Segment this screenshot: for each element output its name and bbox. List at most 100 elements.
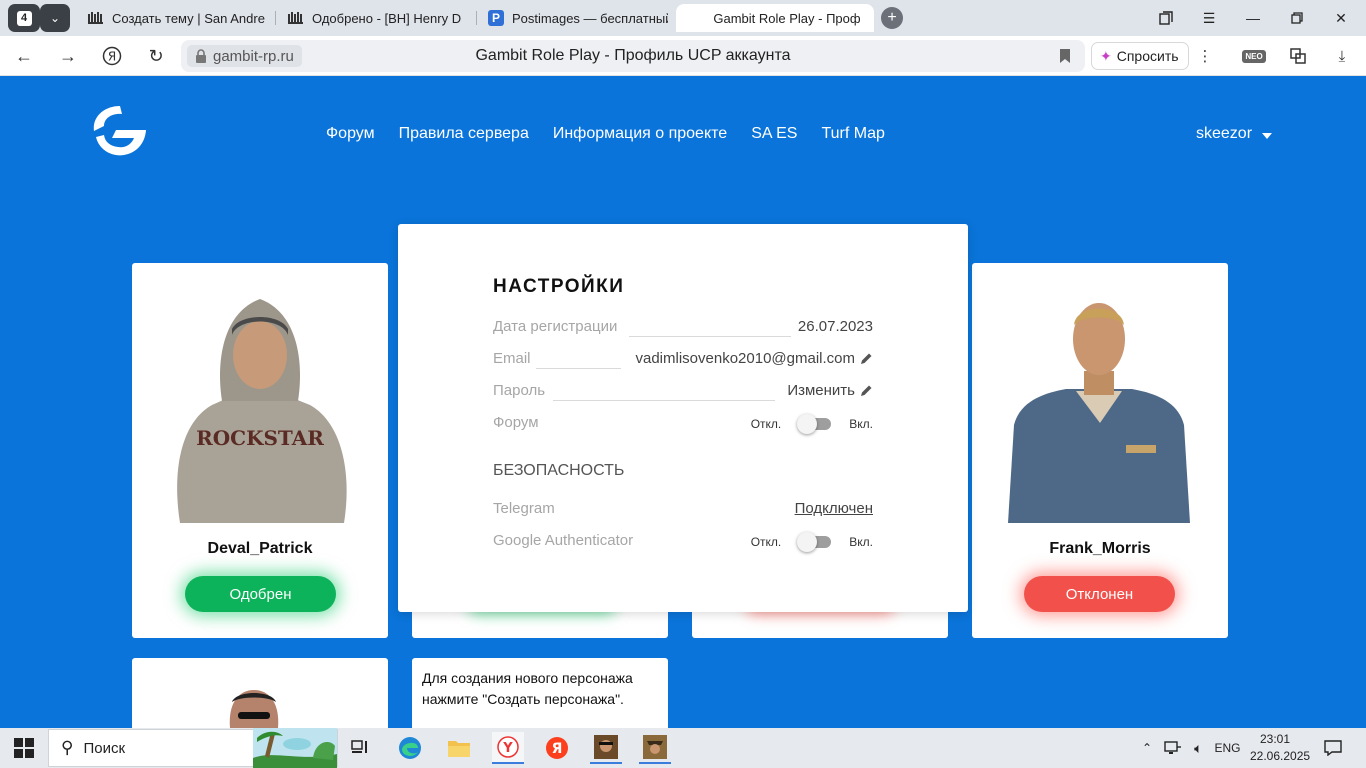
forum-toggle[interactable] (797, 414, 832, 434)
registration-row: Дата регистрации 26.07.2023 (493, 318, 873, 340)
main-nav: Форум Правила сервера Информация о проек… (326, 125, 885, 143)
email-row: Email vadimlisovenko2010@gmail.com (493, 350, 873, 372)
system-tray: ⌃ 🔈︎ ENG (1142, 728, 1240, 768)
character-avatar: ROCKSTAR (177, 299, 347, 523)
toggle-on-label: Вкл. (849, 417, 873, 431)
tab-separator (275, 11, 276, 25)
password-change-text: Изменить (787, 382, 855, 399)
forum-icon (88, 10, 104, 26)
toggle-off-label: Откл. (750, 417, 782, 431)
page-title: Gambit Role Play - Профиль UCP аккаунта (475, 47, 791, 64)
telegram-label: Telegram (493, 500, 555, 517)
gambit-logo-icon[interactable] (90, 104, 148, 158)
svg-text:Я: Я (108, 50, 116, 64)
yandex-icon[interactable]: Я (541, 732, 573, 764)
yandex-icon[interactable]: Я (101, 45, 123, 67)
username: skeezor (1196, 125, 1253, 142)
bookmark-icon[interactable] (1059, 48, 1071, 64)
ask-button[interactable]: ✦ Спросить (1091, 42, 1189, 70)
back-icon[interactable]: ← (13, 45, 35, 67)
telegram-row: Telegram Подключен (493, 500, 873, 522)
browser-tab-3[interactable]: P Postimages — бесплатный (478, 4, 668, 32)
ask-label: Спросить (1116, 48, 1179, 64)
restore-icon[interactable] (1287, 8, 1307, 28)
status-approved-button[interactable]: Одобрен (185, 576, 336, 612)
nav-forum[interactable]: Форум (326, 125, 375, 143)
settings-title: НАСТРОЙКИ (493, 276, 625, 297)
forward-icon[interactable]: → (57, 45, 79, 67)
character-card[interactable]: ROCKSTAR Deval_Patrick Одобрен (132, 263, 388, 638)
browser-tab-strip: 4 ⌄ Создать тему | San Andre Одобрено - … (0, 0, 1366, 36)
row-divider (536, 368, 621, 369)
minimize-icon[interactable]: — (1243, 8, 1263, 28)
pencil-icon[interactable] (859, 352, 873, 366)
nav-project-info[interactable]: Информация о проекте (553, 125, 727, 143)
email-label: Email (493, 350, 531, 367)
character-name: Frank_Morris (1049, 540, 1151, 557)
character-avatar (1008, 303, 1190, 523)
close-icon[interactable]: ✕ (1331, 8, 1351, 28)
yandex-browser-icon[interactable]: Y (492, 732, 524, 764)
google-auth-toggle-wrap: Откл. Вкл. (751, 532, 873, 552)
address-bar: ← → Я ↻ gambit-rp.ru Gambit Role Play - … (0, 36, 1366, 76)
user-menu[interactable]: skeezor (1196, 125, 1273, 143)
task-view-icon[interactable] (344, 732, 376, 764)
more-vertical-icon[interactable]: ⋮ (1194, 45, 1216, 67)
google-auth-label: Google Authenticator (493, 532, 634, 549)
telegram-status-link[interactable]: Подключен (795, 500, 873, 517)
menu-icon[interactable]: ☰ (1199, 8, 1219, 28)
network-icon[interactable] (1164, 741, 1182, 755)
volume-icon[interactable]: 🔈︎ (1194, 740, 1202, 757)
pencil-icon[interactable] (859, 384, 873, 398)
ask-icon: ✦ (1100, 47, 1112, 64)
game-launcher-icon[interactable] (590, 732, 622, 764)
tab-count: 4 (16, 10, 32, 26)
nav-sa-es[interactable]: SA ES (751, 125, 797, 143)
password-change-link[interactable]: Изменить (787, 382, 873, 399)
search-label: Поиск (83, 739, 126, 757)
svg-text:Я: Я (552, 741, 563, 757)
character-card[interactable] (132, 658, 388, 738)
email-value-wrap: vadimlisovenko2010@gmail.com (636, 350, 874, 367)
collections-icon[interactable] (1156, 8, 1176, 28)
tab-label: Создать тему | San Andre (112, 10, 265, 26)
caret-down-icon (1262, 133, 1273, 139)
toggle-on-label: Вкл. (849, 535, 873, 549)
new-tab-plus-icon[interactable]: + (881, 7, 903, 29)
clock[interactable]: 23:01 22.06.2025 (1250, 731, 1311, 765)
taskbar-search[interactable]: ⚲ Поиск (48, 728, 338, 768)
registration-date: 26.07.2023 (797, 318, 873, 335)
clock-date: 22.06.2025 (1250, 749, 1311, 763)
windows-start-icon[interactable] (14, 738, 34, 758)
language-indicator[interactable]: ENG (1214, 741, 1240, 755)
status-rejected-button[interactable]: Отклонен (1024, 576, 1175, 612)
create-hint-card: Для создания нового персонажа нажмите "С… (412, 658, 668, 738)
tab-label: Postimages — бесплатный (512, 10, 668, 26)
extensions-icon[interactable] (1287, 45, 1309, 67)
browser-tab-active[interactable]: Gambit Role Play - Проф (676, 4, 874, 32)
game-window-icon[interactable] (639, 732, 671, 764)
file-explorer-icon[interactable] (443, 732, 475, 764)
tab-separator (476, 11, 477, 25)
tray-expand-icon[interactable]: ⌃ (1142, 741, 1152, 755)
browser-tab-2[interactable]: Одобрено - [BH] Henry D (278, 4, 470, 32)
google-auth-toggle[interactable] (797, 532, 832, 552)
row-divider (629, 336, 791, 337)
download-icon[interactable]: ⤓ (1331, 45, 1353, 67)
character-card[interactable]: Frank_Morris Отклонен (972, 263, 1228, 638)
clock-time: 23:01 (1259, 732, 1291, 746)
reload-icon[interactable]: ↻ (145, 45, 167, 67)
notifications-icon[interactable] (1324, 740, 1342, 756)
nav-server-rules[interactable]: Правила сервера (399, 125, 529, 143)
forum-row: Форум Откл. Вкл. (493, 414, 873, 436)
character-name: Deval_Patrick (207, 540, 313, 557)
create-hint-text: Для создания нового персонажа нажмите "С… (422, 670, 633, 707)
tab-list-chevron-icon[interactable]: ⌄ (40, 4, 70, 32)
neo-icon[interactable]: NEO (1242, 45, 1266, 67)
forum-toggle-wrap: Откл. Вкл. (750, 414, 873, 434)
edge-icon[interactable] (394, 732, 426, 764)
browser-tab-1[interactable]: Создать тему | San Andre (78, 4, 268, 32)
nav-turf-map[interactable]: Turf Map (821, 125, 884, 143)
omnibox[interactable]: gambit-rp.ru Gambit Role Play - Профиль … (181, 40, 1085, 72)
tab-count-button[interactable]: 4 (8, 4, 40, 32)
